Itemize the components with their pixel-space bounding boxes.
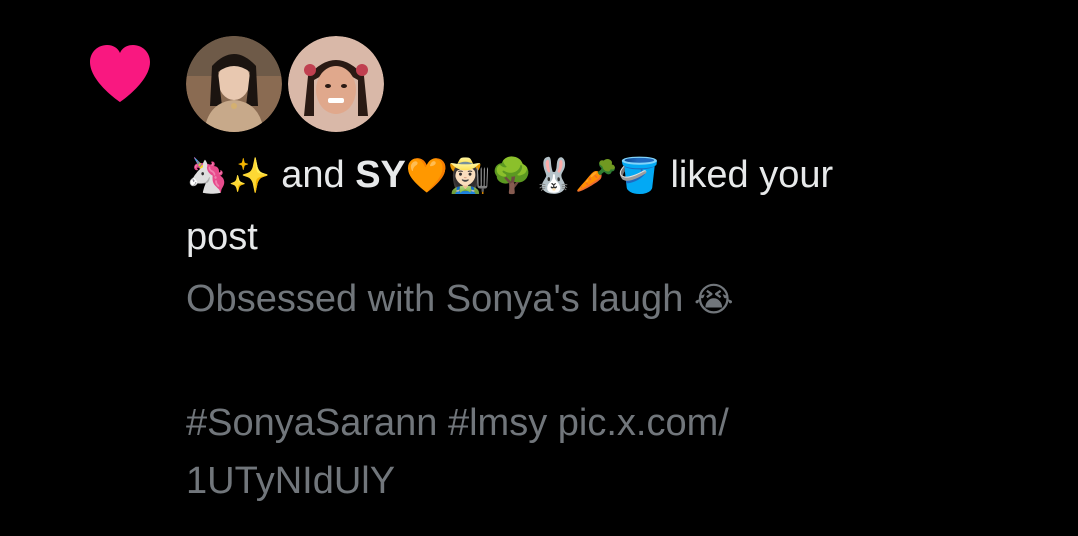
actor-2-name[interactable]: SY: [355, 154, 406, 196]
heart-icon: [90, 45, 150, 102]
post-hashtags-line: #SonyaSarann #lmsy pic.x.com/: [186, 398, 729, 448]
like-notification[interactable]: 🦄✨ and SY🧡👩🏻‍🌾🌳🐰🥕🪣 liked your post Obses…: [0, 0, 1078, 536]
avatar[interactable]: [186, 36, 282, 132]
hashtag-sonyasarann[interactable]: #SonyaSarann: [186, 402, 437, 444]
media-link-continued[interactable]: 1UTyNIdUlY: [186, 456, 395, 506]
post-preview-text[interactable]: Obsessed with Sonya's laugh 😭: [186, 274, 734, 325]
action-text-continued: post: [186, 216, 258, 258]
post-text: Obsessed with Sonya's laugh: [186, 278, 684, 320]
avatar-group: [186, 36, 384, 132]
avatar[interactable]: [288, 36, 384, 132]
actor-1-name[interactable]: 🦄✨: [186, 156, 271, 196]
media-link[interactable]: pic.x.com/: [558, 402, 729, 444]
notification-actors: 🦄✨ and SY🧡👩🏻‍🌾🌳🐰🥕🪣 liked your: [186, 150, 833, 201]
actor-2-emoji[interactable]: 🧡👩🏻‍🌾🌳🐰🥕🪣: [406, 156, 660, 196]
crying-emoji: 😭: [693, 280, 734, 320]
connector-text: and: [281, 154, 345, 196]
hashtag-lmsy[interactable]: #lmsy: [448, 402, 547, 444]
action-text: liked your: [670, 154, 834, 196]
